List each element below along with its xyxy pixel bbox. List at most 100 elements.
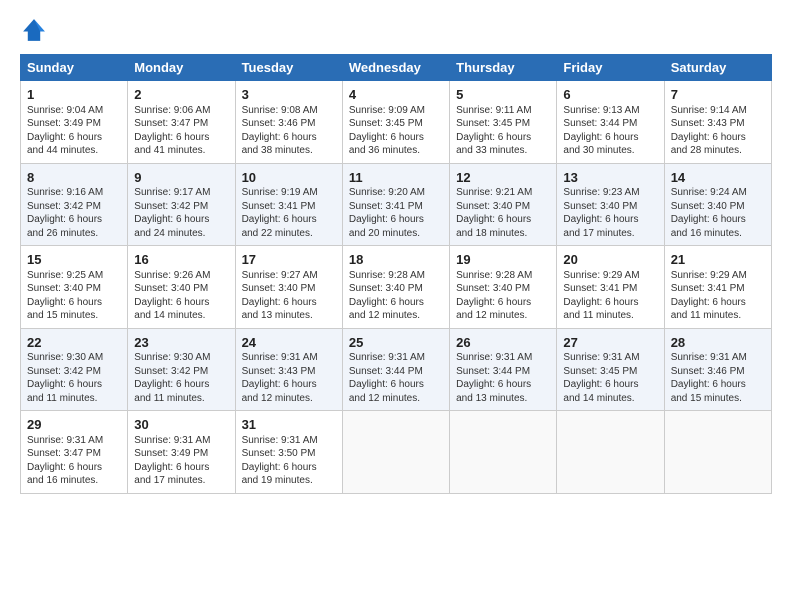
day-number: 17 <box>242 251 336 269</box>
header-cell-saturday: Saturday <box>664 55 771 81</box>
day-cell: 29Sunrise: 9:31 AMSunset: 3:47 PMDayligh… <box>21 411 128 494</box>
week-row-4: 22Sunrise: 9:30 AMSunset: 3:42 PMDayligh… <box>21 328 772 411</box>
cell-line: Daylight: 6 hours <box>134 378 228 392</box>
day-number: 1 <box>27 86 121 104</box>
cell-line: Sunrise: 9:06 AM <box>134 104 228 118</box>
day-cell: 18Sunrise: 9:28 AMSunset: 3:40 PMDayligh… <box>342 246 449 329</box>
cell-line: and 44 minutes. <box>27 144 121 158</box>
day-number: 8 <box>27 169 121 187</box>
cell-line: Daylight: 6 hours <box>242 378 336 392</box>
day-cell: 15Sunrise: 9:25 AMSunset: 3:40 PMDayligh… <box>21 246 128 329</box>
cell-line: Daylight: 6 hours <box>671 296 765 310</box>
cell-line: Sunset: 3:41 PM <box>563 282 657 296</box>
cell-line: Daylight: 6 hours <box>27 213 121 227</box>
day-cell: 4Sunrise: 9:09 AMSunset: 3:45 PMDaylight… <box>342 81 449 164</box>
day-number: 27 <box>563 334 657 352</box>
cell-line: Sunrise: 9:26 AM <box>134 269 228 283</box>
cell-line: Sunset: 3:40 PM <box>242 282 336 296</box>
cell-line: and 24 minutes. <box>134 227 228 241</box>
cell-line: Daylight: 6 hours <box>134 131 228 145</box>
cell-line: Sunrise: 9:31 AM <box>134 434 228 448</box>
day-cell: 8Sunrise: 9:16 AMSunset: 3:42 PMDaylight… <box>21 163 128 246</box>
day-number: 18 <box>349 251 443 269</box>
day-cell: 16Sunrise: 9:26 AMSunset: 3:40 PMDayligh… <box>128 246 235 329</box>
cell-line: Daylight: 6 hours <box>671 378 765 392</box>
cell-line: Daylight: 6 hours <box>349 296 443 310</box>
day-cell: 27Sunrise: 9:31 AMSunset: 3:45 PMDayligh… <box>557 328 664 411</box>
cell-line: and 38 minutes. <box>242 144 336 158</box>
day-number: 13 <box>563 169 657 187</box>
cell-line: Daylight: 6 hours <box>134 461 228 475</box>
cell-line: Daylight: 6 hours <box>671 213 765 227</box>
day-number: 25 <box>349 334 443 352</box>
cell-line: Sunrise: 9:13 AM <box>563 104 657 118</box>
cell-line: Daylight: 6 hours <box>134 213 228 227</box>
cell-line: Sunset: 3:41 PM <box>671 282 765 296</box>
cell-line: Sunrise: 9:25 AM <box>27 269 121 283</box>
cell-line: and 41 minutes. <box>134 144 228 158</box>
day-number: 5 <box>456 86 550 104</box>
day-number: 3 <box>242 86 336 104</box>
calendar-table: SundayMondayTuesdayWednesdayThursdayFrid… <box>20 54 772 494</box>
cell-line: Daylight: 6 hours <box>242 213 336 227</box>
cell-line: Sunrise: 9:17 AM <box>134 186 228 200</box>
day-cell: 2Sunrise: 9:06 AMSunset: 3:47 PMDaylight… <box>128 81 235 164</box>
day-number: 9 <box>134 169 228 187</box>
day-cell: 13Sunrise: 9:23 AMSunset: 3:40 PMDayligh… <box>557 163 664 246</box>
cell-line: Sunrise: 9:23 AM <box>563 186 657 200</box>
cell-line: Sunrise: 9:30 AM <box>134 351 228 365</box>
day-cell: 3Sunrise: 9:08 AMSunset: 3:46 PMDaylight… <box>235 81 342 164</box>
cell-line: Sunrise: 9:31 AM <box>563 351 657 365</box>
day-cell: 25Sunrise: 9:31 AMSunset: 3:44 PMDayligh… <box>342 328 449 411</box>
cell-line: and 33 minutes. <box>456 144 550 158</box>
header-cell-sunday: Sunday <box>21 55 128 81</box>
cell-line: Sunrise: 9:04 AM <box>27 104 121 118</box>
cell-line: and 13 minutes. <box>242 309 336 323</box>
cell-line: Daylight: 6 hours <box>456 213 550 227</box>
cell-line: Sunset: 3:44 PM <box>563 117 657 131</box>
cell-line: Sunrise: 9:09 AM <box>349 104 443 118</box>
cell-line: Sunrise: 9:24 AM <box>671 186 765 200</box>
logo-icon <box>20 16 48 44</box>
cell-line: Daylight: 6 hours <box>563 378 657 392</box>
day-number: 19 <box>456 251 550 269</box>
cell-line: and 12 minutes. <box>456 309 550 323</box>
day-cell <box>664 411 771 494</box>
cell-line: Daylight: 6 hours <box>563 296 657 310</box>
cell-line: Sunset: 3:40 PM <box>456 282 550 296</box>
cell-line: and 28 minutes. <box>671 144 765 158</box>
cell-line: Daylight: 6 hours <box>27 461 121 475</box>
cell-line: Sunset: 3:40 PM <box>456 200 550 214</box>
cell-line: Sunrise: 9:28 AM <box>456 269 550 283</box>
cell-line: Sunrise: 9:28 AM <box>349 269 443 283</box>
cell-line: Sunset: 3:46 PM <box>242 117 336 131</box>
header-cell-thursday: Thursday <box>450 55 557 81</box>
day-number: 14 <box>671 169 765 187</box>
header-cell-monday: Monday <box>128 55 235 81</box>
cell-line: Sunrise: 9:14 AM <box>671 104 765 118</box>
day-number: 20 <box>563 251 657 269</box>
cell-line: and 36 minutes. <box>349 144 443 158</box>
cell-line: Daylight: 6 hours <box>456 378 550 392</box>
cell-line: Sunset: 3:47 PM <box>134 117 228 131</box>
cell-line: Sunset: 3:40 PM <box>671 200 765 214</box>
cell-line: Daylight: 6 hours <box>349 378 443 392</box>
cell-line: Sunrise: 9:31 AM <box>242 351 336 365</box>
cell-line: and 18 minutes. <box>456 227 550 241</box>
cell-line: and 11 minutes. <box>671 309 765 323</box>
day-cell: 21Sunrise: 9:29 AMSunset: 3:41 PMDayligh… <box>664 246 771 329</box>
day-cell: 9Sunrise: 9:17 AMSunset: 3:42 PMDaylight… <box>128 163 235 246</box>
cell-line: and 15 minutes. <box>671 392 765 406</box>
header-cell-tuesday: Tuesday <box>235 55 342 81</box>
cell-line: Daylight: 6 hours <box>242 296 336 310</box>
day-cell: 6Sunrise: 9:13 AMSunset: 3:44 PMDaylight… <box>557 81 664 164</box>
cell-line: and 15 minutes. <box>27 309 121 323</box>
cell-line: Sunset: 3:42 PM <box>27 200 121 214</box>
cell-line: Sunrise: 9:29 AM <box>563 269 657 283</box>
day-number: 31 <box>242 416 336 434</box>
day-number: 6 <box>563 86 657 104</box>
cell-line: and 12 minutes. <box>349 392 443 406</box>
cell-line: Sunset: 3:40 PM <box>27 282 121 296</box>
day-number: 11 <box>349 169 443 187</box>
day-cell: 11Sunrise: 9:20 AMSunset: 3:41 PMDayligh… <box>342 163 449 246</box>
